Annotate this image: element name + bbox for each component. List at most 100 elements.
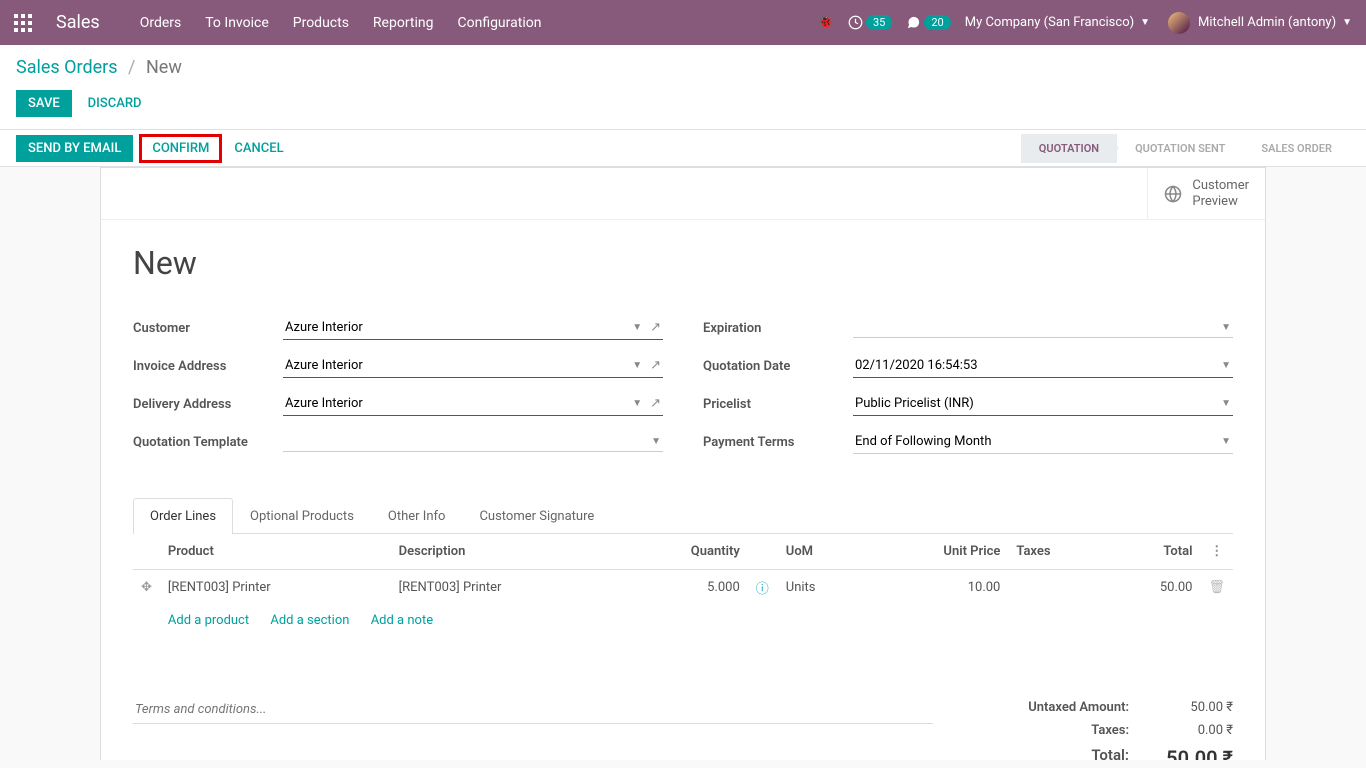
customer-value: Azure Interior [285,320,363,335]
chevron-down-icon[interactable]: ▼ [1221,322,1231,333]
cell-unit-price[interactable]: 10.00 [867,570,1009,606]
external-link-icon[interactable]: ↗ [650,396,661,411]
nav-orders[interactable]: Orders [140,15,182,31]
nav-products[interactable]: Products [293,15,349,31]
activity-indicator[interactable]: 35 [848,15,892,30]
stage-quotation-sent[interactable]: Quotation Sent [1117,134,1243,163]
tab-customer-signature[interactable]: Customer Signature [462,498,611,534]
taxes-label: Taxes: [1091,723,1129,738]
quotation-date-field[interactable]: 02/11/2020 16:54:53 ▼ [853,354,1233,378]
user-name: Mitchell Admin (antony) [1198,15,1336,30]
th-description: Description [391,534,622,570]
save-button[interactable]: Save [16,90,72,117]
preview-label-1: Customer [1192,178,1249,194]
th-unit-price: Unit Price [867,534,1009,570]
tabs: Order Lines Optional Products Other Info… [133,498,1233,534]
breadcrumb: Sales Orders / New [16,57,1350,78]
untaxed-label: Untaxed Amount: [1028,700,1129,715]
payment-terms-field[interactable]: End of Following Month ▼ [853,430,1233,454]
add-section-link[interactable]: Add a section [270,613,349,628]
cell-description[interactable]: [RENT003] Printer [391,570,622,606]
kebab-icon[interactable]: ⋮ [1200,534,1233,570]
discard-button[interactable]: Discard [76,90,154,117]
external-link-icon[interactable]: ↗ [650,358,661,373]
order-lines-table: Product Description Quantity UoM Unit Pr… [133,534,1233,636]
form-grid: Customer Azure Interior ▼ ↗ Invoice Addr… [133,314,1233,466]
tab-other-info[interactable]: Other Info [371,498,463,534]
total-label: Total: [1091,746,1129,760]
chevron-down-icon[interactable]: ▼ [651,436,661,447]
chevron-down-icon[interactable]: ▼ [632,398,642,409]
th-uom: UoM [778,534,867,570]
chevron-down-icon[interactable]: ▼ [1221,398,1231,409]
brand-title[interactable]: Sales [56,12,100,33]
stage-sales-order[interactable]: Sales Order [1243,134,1350,163]
label-customer: Customer [133,321,283,336]
trash-icon[interactable]: 🗑 [1200,570,1233,606]
messages-indicator[interactable]: 20 [906,15,950,30]
label-invoice-address: Invoice Address [133,359,283,374]
avatar [1168,12,1190,34]
status-bar: Send by Email Confirm Cancel Quotation Q… [0,129,1366,167]
chevron-down-icon[interactable]: ▼ [632,322,642,333]
terms-input[interactable] [133,696,933,724]
th-taxes: Taxes [1008,534,1106,570]
user-menu[interactable]: Mitchell Admin (antony) ▼ [1168,12,1352,34]
expiration-field[interactable]: ▼ [853,318,1233,338]
confirm-button[interactable]: Confirm [139,134,222,163]
tab-order-lines[interactable]: Order Lines [133,498,233,534]
quotation-date-value: 02/11/2020 16:54:53 [855,358,978,373]
cell-product[interactable]: [RENT003] Printer [160,570,391,606]
label-delivery-address: Delivery Address [133,397,283,412]
label-payment-terms: Payment Terms [703,435,853,450]
breadcrumb-bar: Sales Orders / New [0,45,1366,86]
table-row[interactable]: ✥ [RENT003] Printer [RENT003] Printer 5.… [133,570,1233,606]
company-selector[interactable]: My Company (San Francisco) ▼ [965,15,1150,30]
breadcrumb-sep: / [128,57,135,78]
breadcrumb-current: New [146,57,182,78]
globe-icon [1164,185,1182,203]
chevron-down-icon: ▼ [1342,17,1352,28]
invoice-address-field[interactable]: Azure Interior ▼ ↗ [283,354,663,378]
customer-field[interactable]: Azure Interior ▼ ↗ [283,316,663,340]
breadcrumb-root[interactable]: Sales Orders [16,57,118,78]
top-navbar: Sales Orders To Invoice Products Reporti… [0,0,1366,45]
cell-uom[interactable]: Units [778,570,867,606]
send-by-email-button[interactable]: Send by Email [16,135,133,162]
nav-to-invoice[interactable]: To Invoice [205,15,269,31]
payment-terms-value: End of Following Month [855,434,991,449]
totals: Untaxed Amount: 50.00 ₹ Taxes: 0.00 ₹ To… [953,696,1233,760]
quotation-template-field[interactable]: ▼ [283,432,663,452]
label-quotation-date: Quotation Date [703,359,853,374]
nav-reporting[interactable]: Reporting [373,15,434,31]
invoice-address-value: Azure Interior [285,358,363,373]
cell-quantity[interactable]: 5.000 [621,570,747,606]
tab-optional-products[interactable]: Optional Products [233,498,371,534]
delivery-address-field[interactable]: Azure Interior ▼ ↗ [283,392,663,416]
main-area: Customer Preview New Customer Azure Inte… [0,167,1366,760]
add-product-link[interactable]: Add a product [168,613,249,628]
apps-icon[interactable] [14,14,32,32]
bug-icon[interactable]: 🐞 [818,15,834,30]
activity-count: 35 [866,15,892,30]
add-note-link[interactable]: Add a note [371,613,433,628]
nav-configuration[interactable]: Configuration [457,15,541,31]
info-icon[interactable]: ⓘ [748,570,778,606]
pricelist-field[interactable]: Public Pricelist (INR) ▼ [853,392,1233,416]
external-link-icon[interactable]: ↗ [650,320,661,335]
chevron-down-icon[interactable]: ▼ [632,360,642,371]
chat-icon [906,15,921,30]
chevron-down-icon[interactable]: ▼ [1221,436,1231,447]
preview-label-2: Preview [1192,194,1249,210]
stage-quotation[interactable]: Quotation [1021,134,1117,163]
customer-preview-button[interactable]: Customer Preview [1147,168,1265,219]
chevron-down-icon[interactable]: ▼ [1221,360,1231,371]
cell-taxes[interactable] [1008,570,1106,606]
label-quotation-template: Quotation Template [133,435,283,450]
cancel-button[interactable]: Cancel [222,135,295,162]
page-title: New [133,244,1233,282]
message-count: 20 [924,15,950,30]
delivery-address-value: Azure Interior [285,396,363,411]
th-product: Product [160,534,391,570]
drag-handle-icon[interactable]: ✥ [133,570,160,606]
